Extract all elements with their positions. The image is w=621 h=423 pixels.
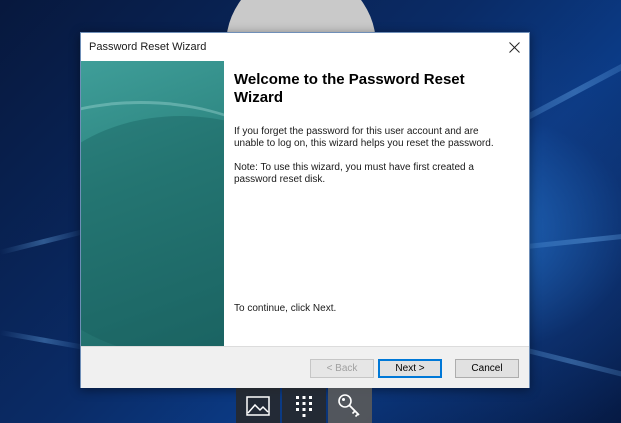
side-image-wave (81, 101, 224, 324)
picture-icon (246, 395, 270, 416)
picture-password-option[interactable] (236, 388, 280, 423)
intro-text: If you forget the password for this user… (234, 126, 494, 149)
continue-text: To continue, click Next. (234, 303, 337, 314)
close-icon (508, 41, 520, 53)
pin-option[interactable] (282, 388, 326, 423)
keypad-icon (296, 395, 312, 417)
key-icon (338, 393, 360, 417)
login-options (236, 388, 372, 423)
title-bar: Password Reset Wizard (81, 33, 529, 61)
wizard-dialog: Password Reset Wizard Welcome to the Pas… (80, 32, 530, 388)
note-text: Note: To use this wizard, you must have … (234, 162, 474, 185)
next-button[interactable]: Next > (378, 359, 442, 378)
wizard-side-image (81, 61, 224, 346)
light-beam (0, 228, 88, 255)
password-option[interactable] (328, 388, 372, 423)
button-bar: < Back Next > Cancel (81, 346, 529, 388)
wizard-content: Welcome to the Password Reset Wizard If … (81, 61, 529, 346)
light-beam (0, 330, 90, 351)
wizard-heading: Welcome to the Password Reset Wizard (234, 71, 465, 106)
window-title: Password Reset Wizard (89, 41, 207, 53)
back-button[interactable]: < Back (310, 359, 374, 378)
cancel-button[interactable]: Cancel (455, 359, 519, 378)
close-button[interactable] (499, 33, 529, 61)
